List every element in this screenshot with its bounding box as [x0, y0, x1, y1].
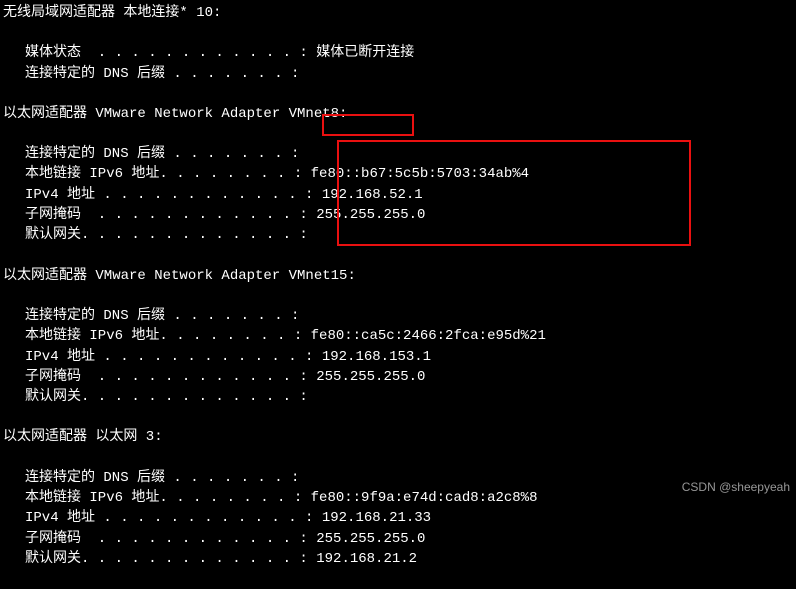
adapter-title: 以太网适配器 VMware Network Adapter VMnet8:	[3, 104, 796, 124]
property-row: 本地链接 IPv6 地址. . . . . . . . : fe80::9f9a…	[3, 488, 796, 508]
property-label: 本地链接 IPv6 地址. . . . . . . . :	[25, 166, 302, 182]
property-row: IPv4 地址 . . . . . . . . . . . . : 192.16…	[3, 347, 796, 367]
blank-line	[3, 124, 796, 144]
property-value: 192.168.52.1	[313, 187, 422, 203]
blank-line	[3, 23, 796, 43]
property-row: IPv4 地址 . . . . . . . . . . . . : 192.16…	[3, 508, 796, 528]
blank-line	[3, 246, 796, 266]
property-label: 连接特定的 DNS 后缀 . . . . . . . :	[25, 308, 299, 324]
property-row: 默认网关. . . . . . . . . . . . . :	[3, 225, 796, 245]
terminal-output: 无线局域网适配器 本地连接* 10: 媒体状态 . . . . . . . . .…	[3, 3, 796, 589]
property-row: IPv4 地址 . . . . . . . . . . . . : 192.16…	[3, 185, 796, 205]
property-row: 子网掩码 . . . . . . . . . . . . : 255.255.2…	[3, 529, 796, 549]
property-value: 255.255.255.0	[308, 207, 426, 223]
property-label: IPv4 地址 . . . . . . . . . . . . :	[25, 349, 313, 365]
property-row: 本地链接 IPv6 地址. . . . . . . . : fe80::b67:…	[3, 164, 796, 184]
property-label: 本地链接 IPv6 地址. . . . . . . . :	[25, 490, 302, 506]
property-label: 默认网关. . . . . . . . . . . . . :	[25, 389, 308, 405]
property-label: IPv4 地址 . . . . . . . . . . . . :	[25, 510, 313, 526]
property-value: fe80::ca5c:2466:2fca:e95d%21	[302, 328, 546, 344]
property-label: 连接特定的 DNS 后缀 . . . . . . . :	[25, 146, 299, 162]
blank-line	[3, 84, 796, 104]
property-value: fe80::9f9a:e74d:cad8:a2c8%8	[302, 490, 537, 506]
property-value: 192.168.153.1	[313, 349, 431, 365]
property-label: 连接特定的 DNS 后缀 . . . . . . . :	[25, 470, 299, 486]
property-label: 媒体状态 . . . . . . . . . . . . :	[25, 45, 308, 61]
adapter-title: 以太网适配器 以太网 3:	[3, 427, 796, 447]
property-label: 子网掩码 . . . . . . . . . . . . :	[25, 207, 308, 223]
property-row: 连接特定的 DNS 后缀 . . . . . . . :	[3, 306, 796, 326]
property-row: 媒体状态 . . . . . . . . . . . . : 媒体已断开连接	[3, 43, 796, 63]
adapter-title: 以太网适配器 VMware Network Adapter VMnet15:	[3, 266, 796, 286]
property-row: 子网掩码 . . . . . . . . . . . . : 255.255.2…	[3, 205, 796, 225]
property-label: 默认网关. . . . . . . . . . . . . :	[25, 227, 308, 243]
property-value: 255.255.255.0	[308, 369, 426, 385]
property-row: 子网掩码 . . . . . . . . . . . . : 255.255.2…	[3, 367, 796, 387]
property-row: 默认网关. . . . . . . . . . . . . : 192.168.…	[3, 549, 796, 569]
property-value: 媒体已断开连接	[308, 45, 414, 61]
property-label: 连接特定的 DNS 后缀 . . . . . . . :	[25, 66, 299, 82]
blank-line	[3, 448, 796, 468]
property-row: 连接特定的 DNS 后缀 . . . . . . . :	[3, 64, 796, 84]
adapter-title: 无线局域网适配器 本地连接* 10:	[3, 3, 796, 23]
property-row: 默认网关. . . . . . . . . . . . . :	[3, 387, 796, 407]
property-value: fe80::b67:5c5b:5703:34ab%4	[302, 166, 529, 182]
property-row: 连接特定的 DNS 后缀 . . . . . . . :	[3, 468, 796, 488]
blank-line	[3, 407, 796, 427]
property-value: 192.168.21.33	[313, 510, 431, 526]
watermark: CSDN @sheepyeah	[682, 479, 790, 496]
property-label: 默认网关. . . . . . . . . . . . . :	[25, 551, 308, 567]
property-value: 255.255.255.0	[308, 531, 426, 547]
blank-line	[3, 569, 796, 589]
property-row: 连接特定的 DNS 后缀 . . . . . . . :	[3, 144, 796, 164]
blank-line	[3, 286, 796, 306]
property-row: 本地链接 IPv6 地址. . . . . . . . : fe80::ca5c…	[3, 326, 796, 346]
property-label: IPv4 地址 . . . . . . . . . . . . :	[25, 187, 313, 203]
property-label: 子网掩码 . . . . . . . . . . . . :	[25, 531, 308, 547]
property-value: 192.168.21.2	[308, 551, 417, 567]
property-label: 本地链接 IPv6 地址. . . . . . . . :	[25, 328, 302, 344]
property-label: 子网掩码 . . . . . . . . . . . . :	[25, 369, 308, 385]
